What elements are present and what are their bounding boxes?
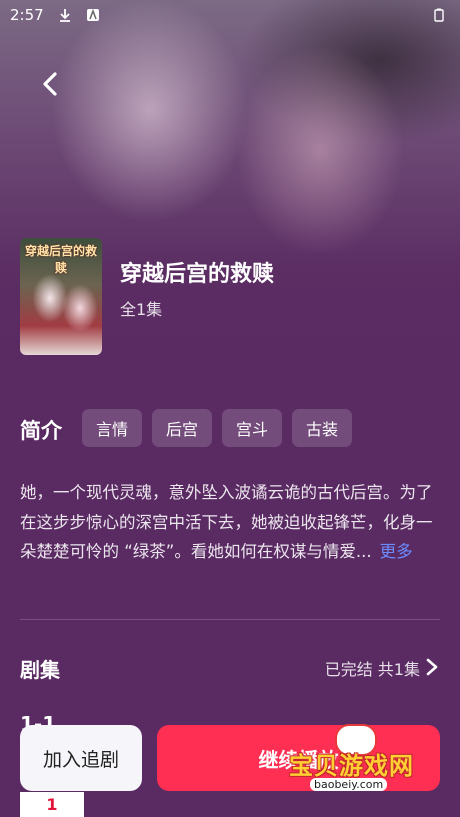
- drama-cover[interactable]: 穿越后宫的救赎: [20, 238, 102, 355]
- genre-tag[interactable]: 宫斗: [222, 409, 283, 447]
- back-button[interactable]: [34, 68, 66, 100]
- download-icon: [58, 8, 72, 22]
- genre-tag[interactable]: 后宫: [152, 409, 213, 447]
- divider: [20, 619, 440, 620]
- genre-tag[interactable]: 古装: [292, 409, 353, 447]
- synopsis-text: 她，一个现代灵魂，意外坠入波谲云诡的古代后宫。为了在这步步惊心的深宫中活下去，她…: [20, 483, 433, 561]
- battery-icon: [432, 8, 446, 22]
- chevron-left-icon: [43, 72, 57, 96]
- episodes-status[interactable]: 已完结 共1集: [325, 656, 420, 680]
- add-to-watchlist-button[interactable]: 加入追剧: [20, 725, 142, 791]
- watermark-url: baobeiy.com: [310, 778, 388, 791]
- intro-heading: 简介: [20, 419, 62, 443]
- watermark: 宝贝游戏网 baobeiy.com: [285, 724, 435, 794]
- episode-tile[interactable]: 1: [20, 792, 84, 817]
- synopsis: 她，一个现代灵魂，意外坠入波谲云诡的古代后宫。为了在这步步惊心的深宫中活下去，她…: [20, 478, 440, 567]
- cover-title: 穿越后宫的救赎: [24, 244, 97, 275]
- genre-tag[interactable]: 言情: [82, 409, 143, 447]
- status-bar: 2:57: [0, 0, 460, 32]
- chevron-right-icon[interactable]: [424, 657, 440, 677]
- status-time: 2:57: [10, 6, 44, 24]
- more-link[interactable]: 更多: [380, 542, 413, 561]
- episodes-heading: 剧集: [20, 658, 60, 682]
- episode-count: 全1集: [120, 300, 163, 319]
- genre-tags: 言情 后宫 宫斗 古装: [82, 409, 353, 447]
- drama-title: 穿越后宫的救赎: [120, 262, 275, 287]
- app-notification-icon: [86, 8, 100, 22]
- watermark-text: 宝贝游戏网: [289, 752, 414, 780]
